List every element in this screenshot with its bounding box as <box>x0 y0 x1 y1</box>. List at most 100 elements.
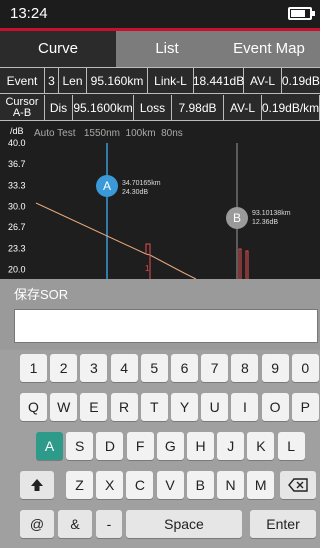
event-spike-3 <box>245 250 249 279</box>
key-b[interactable]: B <box>186 471 214 499</box>
backspace-icon <box>288 478 308 492</box>
key-h[interactable]: H <box>187 432 214 460</box>
backspace-key[interactable] <box>280 471 316 499</box>
key-i[interactable]: I <box>231 393 259 421</box>
save-sor-dialog-title: 保存SOR <box>0 279 320 305</box>
key-j[interactable]: J <box>217 432 245 460</box>
key-o[interactable]: O <box>261 393 289 421</box>
avg-loss-label: AV-L <box>244 68 282 94</box>
key-m[interactable]: M <box>247 471 275 499</box>
key-s[interactable]: S <box>66 432 94 460</box>
link-loss-label: Link-L <box>148 68 194 94</box>
key-y[interactable]: Y <box>171 393 198 421</box>
otdr-trace-chart[interactable]: /dB Auto Test 1550nm 100km 80ns 40.0 36.7… <box>0 121 320 279</box>
filename-input[interactable] <box>14 309 318 343</box>
y-ticks: 40.0 36.7 33.3 30.0 26.7 23.3 20.0 <box>8 138 26 275</box>
battery-fill <box>291 10 305 17</box>
key-3[interactable]: 3 <box>80 354 108 382</box>
y-tick-label: 26.7 <box>8 222 26 232</box>
key-p[interactable]: P <box>291 393 319 421</box>
tab-curve[interactable]: Curve <box>0 31 116 67</box>
cursor-label-line1: Cursor <box>5 95 39 108</box>
cursor-label-line2: A-B <box>12 106 32 119</box>
key-x[interactable]: X <box>96 471 124 499</box>
event-marker-1: 1 <box>145 264 150 273</box>
key-hyphen[interactable]: - <box>96 510 122 538</box>
key-1[interactable]: 1 <box>20 354 47 382</box>
save-sor-dialog <box>0 305 320 350</box>
key-z[interactable]: Z <box>66 471 93 499</box>
len-label: Len <box>59 68 87 94</box>
space-key[interactable]: Space <box>126 510 242 538</box>
key-w[interactable]: W <box>50 393 78 421</box>
event-row: Event 3 Len 95.160km Link-L 18.441dB AV-… <box>0 68 320 94</box>
y-tick-label: 36.7 <box>8 159 26 169</box>
cursor-b-label: B <box>233 211 241 225</box>
key-9[interactable]: 9 <box>261 354 289 382</box>
clock: 13:24 <box>10 5 48 22</box>
cursor-row: Cursor A-B Dis 95.1600km Loss 7.98dB AV-… <box>0 95 320 121</box>
key-8[interactable]: 8 <box>231 354 259 382</box>
event-spike-2 <box>238 248 242 279</box>
key-5[interactable]: 5 <box>140 354 168 382</box>
event-label: Event <box>0 68 45 94</box>
tab-bar: Curve List Event Map <box>0 31 320 67</box>
y-tick-label: 30.0 <box>8 201 26 211</box>
battery-tip <box>312 11 315 16</box>
cursor-a-label: A <box>103 179 111 193</box>
key-n[interactable]: N <box>217 471 244 499</box>
dialog-title-text: 保存SOR <box>14 287 69 302</box>
cursor-label: Cursor A-B <box>0 95 45 121</box>
event-number: 3 <box>45 68 59 94</box>
y-tick-label: 40.0 <box>8 138 26 148</box>
y-tick-label: 33.3 <box>8 180 26 190</box>
cursor-b-distance: 93.10138km <box>252 210 291 217</box>
key-ampersand[interactable]: & <box>58 510 92 538</box>
shift-key[interactable] <box>20 471 54 499</box>
trace-line <box>35 202 197 279</box>
on-screen-keyboard: 1 2 3 4 5 6 7 8 9 0 Q W E R T Y U I O P A S D F G H J K L Z X C V B N M @ & - S… <box>0 350 320 548</box>
cursor-a-distance: 34.70165km <box>122 180 161 187</box>
y-axis-label: /dB <box>10 126 24 136</box>
y-tick-label: 23.3 <box>8 244 26 254</box>
key-c[interactable]: C <box>126 471 154 499</box>
key-t[interactable]: T <box>140 393 168 421</box>
key-r[interactable]: R <box>110 393 138 421</box>
event-spike-1 <box>145 243 151 279</box>
chart-header: Auto Test 1550nm 100km 80ns <box>34 128 183 139</box>
key-4[interactable]: 4 <box>110 354 138 382</box>
dis-value: 95.1600km <box>73 95 134 121</box>
loss-label: Loss <box>134 95 172 121</box>
key-6[interactable]: 6 <box>171 354 198 382</box>
key-0[interactable]: 0 <box>291 354 319 382</box>
key-at[interactable]: @ <box>20 510 54 538</box>
key-e[interactable]: E <box>80 393 108 421</box>
key-q[interactable]: Q <box>20 393 47 421</box>
key-l[interactable]: L <box>277 432 305 460</box>
tab-list[interactable]: List <box>116 31 218 67</box>
loss-value: 7.98dB <box>172 95 224 121</box>
avg-loss-value-2: 0.19dB/km <box>262 95 320 121</box>
key-u[interactable]: U <box>201 393 229 421</box>
battery-icon <box>288 7 315 20</box>
key-7[interactable]: 7 <box>201 354 229 382</box>
len-value: 95.160km <box>87 68 148 94</box>
shift-icon <box>31 479 43 491</box>
key-g[interactable]: G <box>156 432 184 460</box>
status-bar: 13:24 <box>0 0 320 28</box>
tab-event-map[interactable]: Event Map <box>218 31 320 67</box>
cursor-b-level: 12.36dB <box>252 219 278 226</box>
key-d[interactable]: D <box>96 432 124 460</box>
key-k[interactable]: K <box>247 432 275 460</box>
dis-label: Dis <box>45 95 73 121</box>
avg-loss-value: 0.19dB/km <box>282 68 320 94</box>
key-f[interactable]: F <box>126 432 154 460</box>
y-tick-label: 20.0 <box>8 265 26 275</box>
avg-loss-label-2: AV-L <box>224 95 262 121</box>
key-v[interactable]: V <box>156 471 184 499</box>
enter-key[interactable]: Enter <box>250 510 316 538</box>
measurement-table: Event 3 Len 95.160km Link-L 18.441dB AV-… <box>0 67 320 121</box>
link-loss-value: 18.441dB <box>193 68 244 94</box>
key-2[interactable]: 2 <box>50 354 78 382</box>
key-a[interactable]: A <box>36 432 63 460</box>
